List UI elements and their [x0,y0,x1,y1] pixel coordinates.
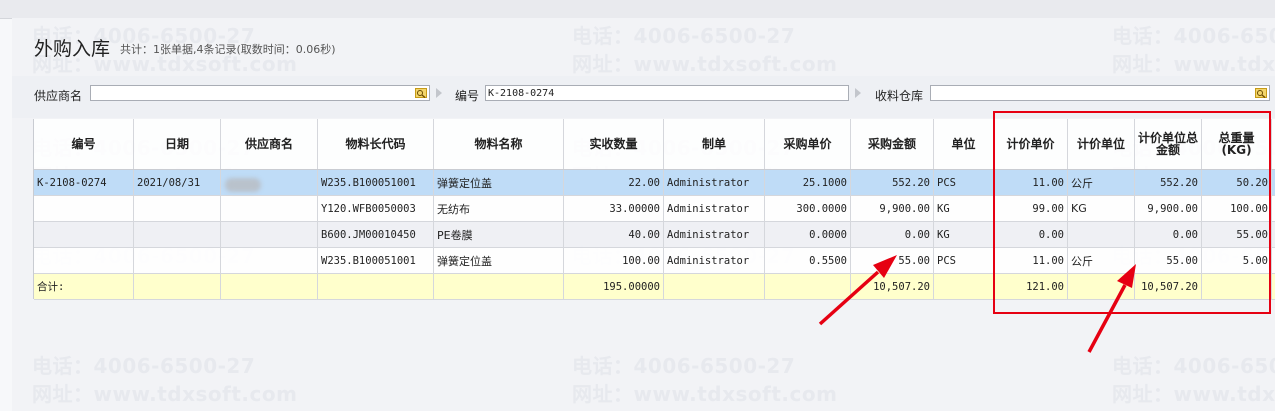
table-cell [34,196,134,221]
table-cell [221,196,318,221]
warehouse-label: 收料仓库 [875,89,924,103]
table-cell: 合计: [34,274,134,299]
expand-arrow-icon[interactable] [436,88,442,98]
table-cell [134,222,221,247]
table-cell: Administrator [664,248,765,273]
column-header[interactable]: 物料名称 [434,119,564,169]
expand-arrow-icon[interactable] [855,88,861,98]
table-cell: K-2108-0274 [34,170,134,195]
record-summary: 共计：1张单据,4条记录(取数时间：0.06秒) [120,43,336,56]
table-cell [34,222,134,247]
table-cell [765,274,851,299]
code-input[interactable]: K-2108-0274 [485,85,849,101]
table-cell [134,274,221,299]
highlight-box [993,111,1271,314]
table-cell: Administrator [664,196,765,221]
table-cell: 40.00 [564,222,664,247]
table-cell: 弹簧定位盖 [434,170,564,195]
table-cell [221,222,318,247]
lookup-icon[interactable] [415,87,427,99]
table-cell [664,274,765,299]
column-header[interactable]: 单位 [934,119,994,169]
table-cell [934,274,994,299]
table-cell: PCS [934,248,994,273]
table-cell: KG [934,222,994,247]
table-cell: 2021/08/31 [134,170,221,195]
table-cell [221,274,318,299]
window-top-bar [0,0,1275,19]
table-cell: 22.00 [564,170,664,195]
table-cell: 无纺布 [434,196,564,221]
column-header[interactable]: 供应商名 [221,119,318,169]
code-label: 编号 [455,89,480,103]
table-cell: W235.B100051001 [318,248,434,273]
column-header[interactable]: 采购单价 [765,119,851,169]
table-cell: Administrator [664,170,765,195]
code-input-value: K-2108-0274 [488,88,555,99]
table-cell: 195.00000 [564,274,664,299]
table-cell [134,196,221,221]
column-header[interactable]: 采购金额 [851,119,934,169]
column-header[interactable]: 制单 [664,119,765,169]
page-title: 外购入库 [34,38,111,60]
table-cell: 55.00 [851,248,934,273]
supplier-input[interactable] [90,85,430,101]
table-cell: 100.00 [564,248,664,273]
column-header[interactable]: 编号 [34,119,134,169]
table-cell: KG [934,196,994,221]
table-cell: 300.0000 [765,196,851,221]
table-cell: 25.1000 [765,170,851,195]
warehouse-input[interactable] [930,85,1270,101]
column-header[interactable]: 实收数量 [564,119,664,169]
table-cell: W235.B100051001 [318,170,434,195]
table-cell [434,274,564,299]
column-header[interactable]: 日期 [134,119,221,169]
table-cell: 0.5500 [765,248,851,273]
table-cell: PCS [934,170,994,195]
table-cell: 弹簧定位盖 [434,248,564,273]
table-cell [134,248,221,273]
column-header[interactable]: 物料长代码 [318,119,434,169]
supplier-label: 供应商名 [34,89,83,103]
table-cell: 9,900.00 [851,196,934,221]
redacted-supplier-blur [225,178,261,192]
table-cell: 33.00000 [564,196,664,221]
lookup-icon[interactable] [1255,87,1267,99]
table-cell [318,274,434,299]
table-cell [34,248,134,273]
table-cell [221,248,318,273]
table-cell: 552.20 [851,170,934,195]
table-cell: 0.0000 [765,222,851,247]
table-cell: 10,507.20 [851,274,934,299]
table-cell: 0.00 [851,222,934,247]
table-cell: B600.JM00010450 [318,222,434,247]
table-cell: Administrator [664,222,765,247]
table-cell: PE卷膜 [434,222,564,247]
table-cell: Y120.WFB0050003 [318,196,434,221]
